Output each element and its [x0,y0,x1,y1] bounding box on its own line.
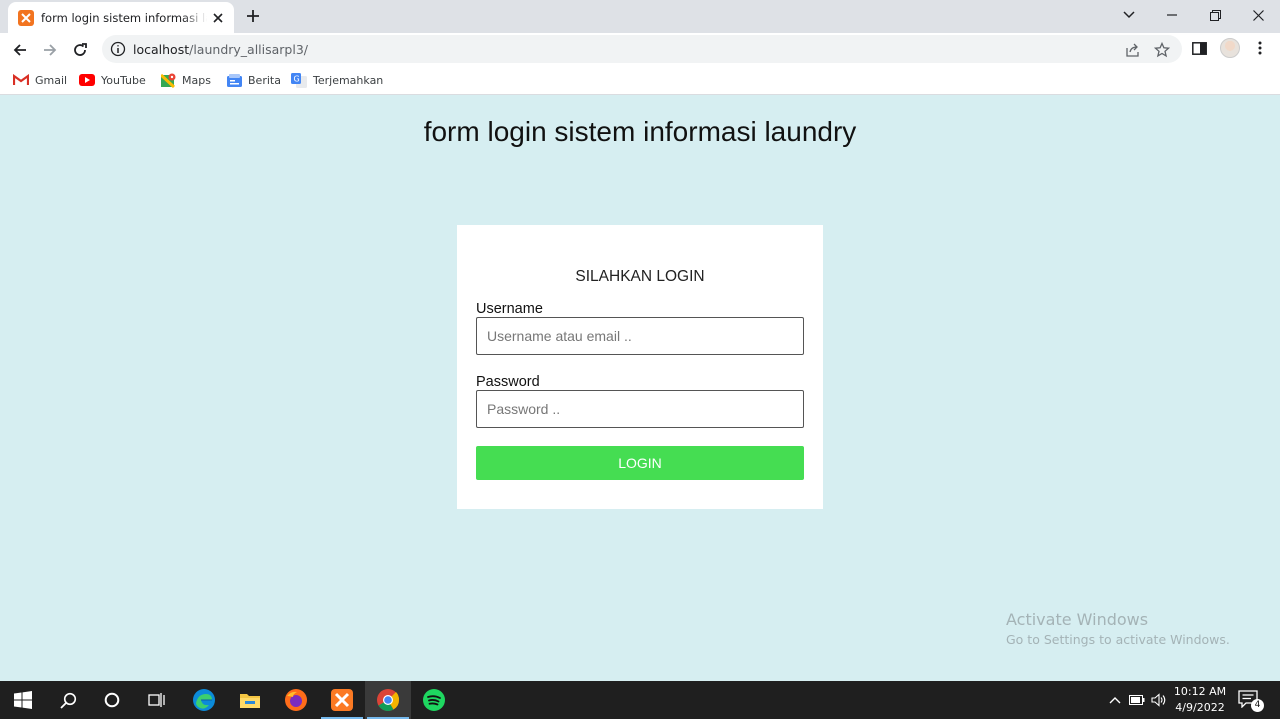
windows-taskbar: 10:12 AM 4/9/2022 4 [0,681,1280,719]
gmail-icon [13,73,29,87]
forward-button[interactable] [37,37,63,63]
info-icon[interactable] [110,41,126,57]
login-button[interactable]: LOGIN [476,446,804,480]
profile-avatar[interactable] [1220,38,1240,58]
restore-button[interactable] [1194,0,1236,30]
search-icon[interactable] [45,681,91,719]
bookmark-star-icon[interactable] [1153,41,1171,59]
login-title: SILAHKAN LOGIN [575,268,705,285]
edge-icon[interactable] [181,681,227,719]
chrome-icon[interactable] [365,681,411,719]
battery-icon[interactable] [1128,691,1146,709]
notification-center-button[interactable]: 4 [1238,690,1264,712]
tab-title: form login sistem informasi laundry [41,10,207,25]
bookmark-terjemahkan[interactable]: G Terjemahkan [291,71,383,89]
browser-menu-icon[interactable] [1249,37,1271,59]
svg-text:G: G [294,74,300,83]
xampp-favicon-icon [18,9,34,26]
tab-strip: form login sistem informasi laundry [0,0,1280,33]
notification-badge: 4 [1251,699,1264,712]
new-tab-button[interactable] [243,6,263,26]
username-input[interactable] [476,317,804,355]
spotify-icon[interactable] [411,681,457,719]
close-tab-icon[interactable] [210,10,226,26]
page-title: form login sistem informasi laundry [423,116,857,147]
youtube-icon [79,73,95,87]
tab-search-icon[interactable] [1108,0,1150,30]
show-hidden-icons-icon[interactable] [1106,691,1124,709]
translate-icon: G [291,72,307,88]
password-input[interactable] [476,390,804,428]
bookmark-label: Terjemahkan [313,73,384,87]
cortana-icon[interactable] [89,681,135,719]
volume-icon[interactable] [1150,691,1168,709]
address-bar[interactable]: localhost/laundry_allisarpl3/ [102,35,1182,63]
bookmark-label: Berita [248,73,281,87]
activate-windows-watermark: Activate Windows Go to Settings to activ… [1006,610,1230,647]
browser-toolbar: localhost/laundry_allisarpl3/ [0,33,1280,66]
bookmark-gmail[interactable]: Gmail [13,71,67,89]
login-card: SILAHKAN LOGIN Username Password LOGIN [457,225,823,509]
url-path: /laundry_allisarpl3/ [189,41,308,57]
bookmark-label: Gmail [35,73,68,87]
firefox-icon[interactable] [273,681,319,719]
watermark-subtitle: Go to Settings to activate Windows. [1006,632,1230,647]
task-view-icon[interactable] [134,681,180,719]
url-host: localhost [133,41,190,57]
reload-button[interactable] [67,37,93,63]
username-label: Username [476,301,543,317]
bookmark-youtube[interactable]: YouTube [79,71,146,89]
clock-time: 10:12 AM [1173,685,1227,698]
bookmark-maps[interactable]: Maps [160,71,211,89]
file-explorer-icon[interactable] [227,681,273,719]
share-icon[interactable] [1124,41,1142,59]
news-icon [226,73,242,87]
close-window-button[interactable] [1237,0,1279,30]
browser-tab[interactable]: form login sistem informasi laundry [8,2,234,33]
bookmark-berita[interactable]: Berita [226,71,281,89]
maps-icon [160,73,176,88]
windows-start-icon[interactable] [0,681,46,719]
back-button[interactable] [7,37,33,63]
url-text: localhost/laundry_allisarpl3/ [133,42,308,57]
password-label: Password [476,374,540,390]
side-panel-icon[interactable] [1188,37,1210,59]
clock-date: 4/9/2022 [1175,701,1225,714]
bookmark-label: YouTube [101,73,146,87]
xampp-icon[interactable] [319,681,365,719]
bookmarks-bar: Gmail YouTube Maps Berita G Terjemahkan [0,66,1280,95]
minimize-button[interactable] [1151,0,1193,30]
watermark-title: Activate Windows [1006,610,1149,629]
bookmark-label: Maps [182,73,211,87]
system-clock[interactable]: 10:12 AM 4/9/2022 [1170,684,1230,716]
